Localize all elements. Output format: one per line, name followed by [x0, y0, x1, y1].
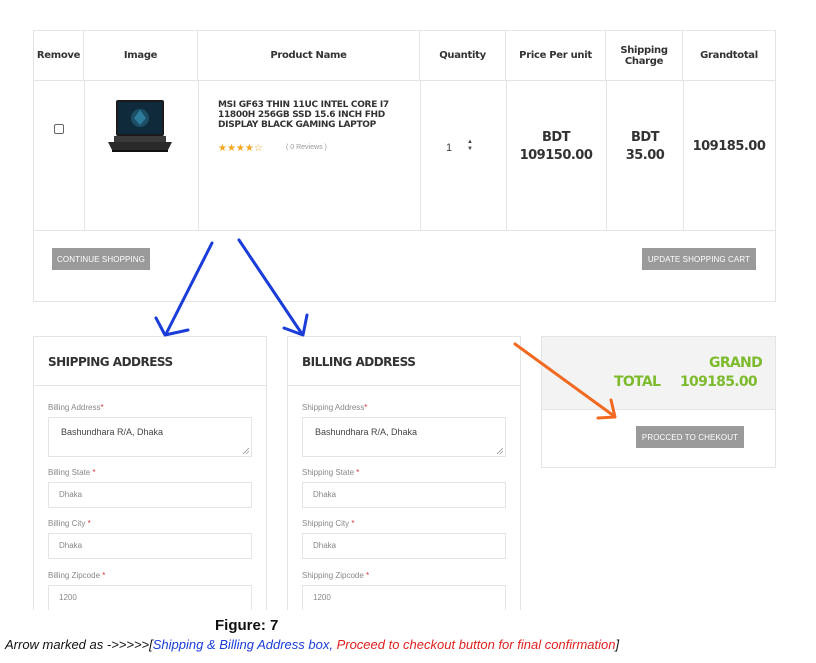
- remove-checkbox[interactable]: [54, 124, 64, 134]
- blue-arrowhead-right: [282, 313, 309, 337]
- grand-total-value: 109185.00: [680, 374, 758, 390]
- product-name[interactable]: MSI GF63 THIN 11UC INTEL CORE I7 11800H …: [218, 100, 413, 130]
- row-grandtotal: 109185.00: [692, 139, 766, 154]
- header-remove: Remove: [34, 31, 84, 80]
- resize-grip-icon[interactable]: [497, 448, 503, 454]
- shipping-address-textarea[interactable]: Bashundhara R/A, Dhaka: [48, 417, 252, 457]
- shipping-city-label: Billing City *: [48, 519, 91, 528]
- price-currency: BDT: [541, 130, 571, 145]
- header-grandtotal: Grandtotal: [700, 50, 758, 61]
- shipping-state-label: Billing State *: [48, 468, 96, 477]
- billing-address-box: BILLING ADDRESS Shipping Address* Bashun…: [287, 336, 521, 610]
- shipping-charge: BDT 35.00: [600, 129, 690, 165]
- laptop-product-image: [108, 100, 172, 152]
- billing-state-label: Shipping State *: [302, 468, 360, 477]
- billing-address-textarea[interactable]: Bashundhara R/A, Dhaka: [302, 417, 506, 457]
- billing-zip-input[interactable]: 1200: [302, 585, 506, 610]
- quantity-value: 1: [446, 142, 453, 154]
- shipping-zip-label: Billing Zipcode *: [48, 571, 106, 580]
- grand-label: GRAND: [709, 355, 763, 371]
- figure-caption: Arrow marked as ->>>>>[Shipping & Billin…: [5, 637, 620, 652]
- price-per-unit: BDT 109150.00: [511, 129, 601, 165]
- shipping-city-input[interactable]: Dhaka: [48, 533, 252, 559]
- billing-zip-label: Shipping Zipcode *: [302, 571, 370, 580]
- shipping-address-box: SHIPPING ADDRESS Billing Address* Bashun…: [33, 336, 267, 610]
- proceed-to-checkout-button[interactable]: PROCCED TO CHEKOUT: [636, 426, 744, 448]
- shipping-currency: BDT: [630, 130, 660, 145]
- shipping-zip-input[interactable]: 1200: [48, 585, 252, 610]
- figure-label: Figure: 7: [215, 617, 279, 634]
- billing-address-title: BILLING ADDRESS: [302, 355, 416, 369]
- continue-shopping-button[interactable]: CONTINUE SHOPPING: [52, 248, 150, 270]
- billing-city-label: Shipping City *: [302, 519, 355, 528]
- resize-grip-icon[interactable]: [243, 448, 249, 454]
- cart-table: Remove Image Product Name Quantity Price…: [33, 30, 776, 302]
- billing-state-input[interactable]: Dhaka: [302, 482, 506, 508]
- header-product-name: Product Name: [198, 31, 420, 80]
- spinner-arrows-icon[interactable]: ▲ ▼: [466, 139, 474, 159]
- header-price-per-unit: Price Per unit: [506, 31, 606, 80]
- billing-city-input[interactable]: Dhaka: [302, 533, 506, 559]
- header-quantity: Quantity: [420, 31, 506, 80]
- rating-stars-icon: ★★★★☆: [218, 143, 263, 154]
- blue-arrowhead-left: [154, 316, 190, 337]
- shipping-state-input[interactable]: Dhaka: [48, 482, 252, 508]
- header-shipping-charge: Shipping Charge: [606, 31, 683, 80]
- shipping-address-title: SHIPPING ADDRESS: [48, 355, 173, 369]
- shipping-address-label: Billing Address*: [48, 403, 104, 412]
- review-count[interactable]: ( 0 Reviews ): [286, 144, 327, 151]
- quantity-stepper[interactable]: 1 ▲ ▼: [442, 139, 482, 161]
- grand-total-header: TOTAL GRAND 109185.00: [542, 337, 775, 410]
- shipping-value: 35.00: [625, 148, 665, 163]
- price-value: 109150.00: [519, 148, 593, 163]
- update-cart-button[interactable]: UPDATE SHOPPING CART: [642, 248, 756, 270]
- total-label: TOTAL: [614, 374, 661, 390]
- billing-address-label: Shipping Address*: [302, 403, 368, 412]
- grand-total-box: TOTAL GRAND 109185.00 PROCCED TO CHEKOUT: [541, 336, 776, 468]
- header-image: Image: [84, 31, 198, 80]
- cart-table-header: Remove Image Product Name Quantity Price…: [34, 31, 775, 81]
